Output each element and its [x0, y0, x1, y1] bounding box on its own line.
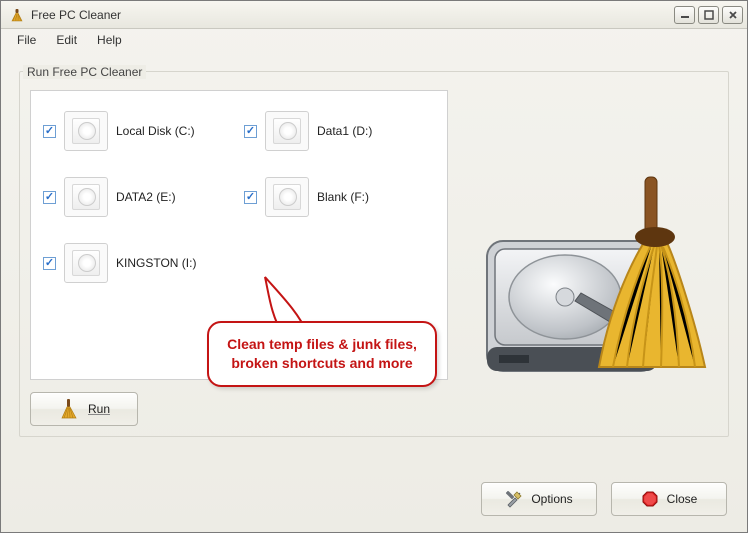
hero-illustration	[473, 171, 713, 411]
close-app-button[interactable]: Close	[611, 482, 727, 516]
menu-file[interactable]: File	[7, 30, 46, 50]
drive-item: Local Disk (C:)	[43, 111, 234, 151]
app-window: Free PC Cleaner File Edit Help Run Free …	[0, 0, 748, 533]
maximize-button[interactable]	[698, 6, 719, 24]
drive-label: Local Disk (C:)	[116, 124, 195, 138]
drive-label: Blank (F:)	[317, 190, 369, 204]
menubar: File Edit Help	[1, 29, 747, 51]
window-controls	[674, 6, 743, 24]
run-button-label: Run	[88, 402, 110, 416]
menu-help[interactable]: Help	[87, 30, 132, 50]
drive-item: KINGSTON (I:)	[43, 243, 234, 283]
drive-label: KINGSTON (I:)	[116, 256, 196, 270]
hard-drive-icon	[64, 177, 108, 217]
broom-icon	[58, 398, 80, 420]
group-label: Run Free PC Cleaner	[23, 65, 146, 79]
close-button[interactable]	[722, 6, 743, 24]
hard-drive-icon	[64, 111, 108, 151]
drive-item: Blank (F:)	[244, 177, 435, 217]
close-icon	[728, 10, 738, 20]
drive-checkbox[interactable]	[244, 125, 257, 138]
hard-drive-icon	[265, 177, 309, 217]
callout-text: Clean temp files & junk files, broken sh…	[227, 336, 417, 371]
drive-item: Data1 (D:)	[244, 111, 435, 151]
drive-label: DATA2 (E:)	[116, 190, 176, 204]
drive-checkbox[interactable]	[43, 191, 56, 204]
titlebar: Free PC Cleaner	[1, 1, 747, 29]
stop-icon	[641, 490, 659, 508]
app-icon	[9, 7, 25, 23]
callout-bubble: Clean temp files & junk files, broken sh…	[207, 321, 437, 387]
hard-drive-icon	[265, 111, 309, 151]
window-title: Free PC Cleaner	[31, 8, 674, 22]
drive-checkbox[interactable]	[43, 257, 56, 270]
run-button[interactable]: Run	[30, 392, 138, 426]
hard-drive-icon	[64, 243, 108, 283]
tools-icon	[505, 490, 523, 508]
drive-label: Data1 (D:)	[317, 124, 372, 138]
drive-item: DATA2 (E:)	[43, 177, 234, 217]
maximize-icon	[704, 10, 714, 20]
menu-edit[interactable]: Edit	[46, 30, 87, 50]
minimize-button[interactable]	[674, 6, 695, 24]
content-area: Run Free PC Cleaner Local Disk (C:) Data1…	[1, 51, 747, 470]
drives-panel: Local Disk (C:) Data1 (D:) DATA2 (E:) Blank…	[30, 90, 448, 380]
options-button-label: Options	[531, 492, 572, 506]
footer: Options Close	[1, 470, 747, 532]
minimize-icon	[680, 11, 690, 19]
drive-checkbox[interactable]	[244, 191, 257, 204]
close-app-button-label: Close	[667, 492, 698, 506]
options-button[interactable]: Options	[481, 482, 597, 516]
drive-checkbox[interactable]	[43, 125, 56, 138]
